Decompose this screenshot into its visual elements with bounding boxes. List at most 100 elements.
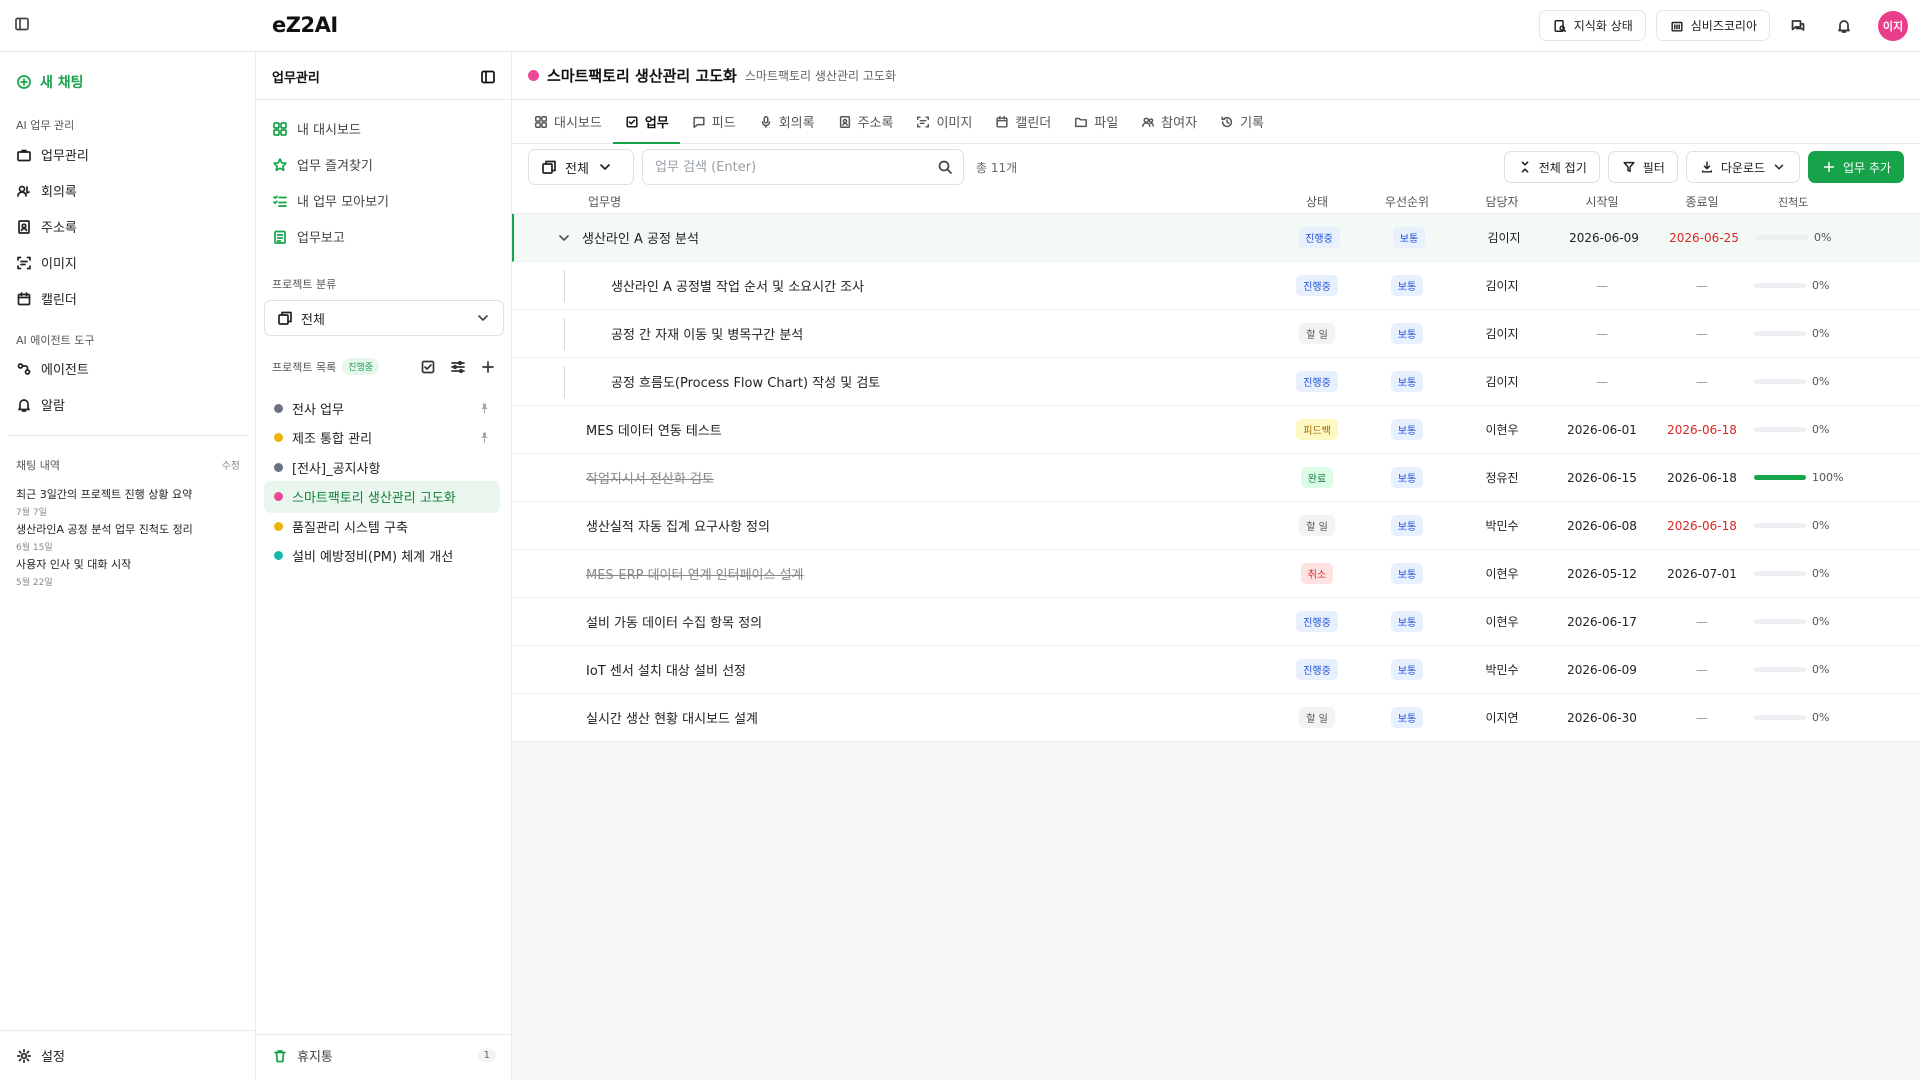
priority-badge[interactable]: 보통 [1390, 275, 1424, 296]
column-header-owner[interactable]: 담당자 [1452, 193, 1552, 210]
task-name[interactable]: 생산실적 자동 집계 요구사항 정의 [586, 516, 770, 535]
task-end-date[interactable]: — [1652, 711, 1752, 725]
add-task-button[interactable]: 업무 추가 [1808, 151, 1904, 183]
pin-icon[interactable] [476, 430, 492, 446]
task-name[interactable]: 작업지시서 전산화 검토 [586, 468, 714, 487]
chat-history-item[interactable]: 생산라인A 공정 분석 업무 진척도 정리 6월 15일 [16, 521, 240, 553]
task-row[interactable]: 공정 흐름도(Process Flow Chart) 작성 및 검토 진행중 보통 김… [512, 358, 1920, 406]
status-badge[interactable]: 진행중 [1296, 371, 1338, 392]
task-row[interactable]: 공정 간 자재 이동 및 병목구간 분석 할 일 보통 김이지 — —0% [512, 310, 1920, 358]
tab-folder[interactable]: 파일 [1062, 100, 1129, 143]
task-owner[interactable]: 김이지 [1452, 277, 1552, 294]
status-badge[interactable]: 할 일 [1299, 323, 1335, 344]
task-row[interactable]: 생산실적 자동 집계 요구사항 정의 할 일 보통 박민수 2026-06-08 2026… [512, 502, 1920, 550]
tab-chat-bubble[interactable]: 피드 [680, 100, 747, 143]
task-name[interactable]: 공정 간 자재 이동 및 병목구간 분석 [611, 324, 803, 343]
priority-badge[interactable]: 보통 [1392, 227, 1426, 248]
task-name[interactable]: MES 데이터 연동 테스트 [586, 420, 722, 439]
settings-button[interactable]: 설정 [16, 1046, 65, 1065]
task-owner[interactable]: 박민수 [1452, 661, 1552, 678]
task-owner[interactable]: 김이지 [1454, 229, 1554, 246]
sidebar-item-calendar[interactable]: 캘린더 [16, 289, 77, 308]
tab-microphone[interactable]: 회의록 [747, 100, 826, 143]
app-logo[interactable]: eZ2AI [272, 13, 338, 37]
new-chat-button[interactable]: 새 채팅 [16, 72, 84, 92]
task-name[interactable]: 생산라인 A 공정 분석 [582, 228, 699, 247]
task-owner[interactable]: 김이지 [1452, 373, 1552, 390]
task-name[interactable]: 생산라인 A 공정별 작업 순서 및 소요시간 조사 [611, 276, 864, 295]
checkbox-select-icon[interactable] [420, 359, 436, 375]
task-start-date[interactable]: 2026-05-12 [1552, 567, 1652, 581]
tab-task-check[interactable]: 업무 [612, 100, 680, 144]
column-header-progress[interactable]: 진척도 [1752, 194, 1862, 210]
task-owner[interactable]: 이현우 [1452, 613, 1552, 630]
task-row[interactable]: 생산라인 A 공정 분석 진행중 보통 김이지 2026-06-09 2026-06-25… [512, 214, 1920, 262]
task-name[interactable]: IoT 센서 설치 대상 설비 선정 [586, 660, 746, 679]
column-header-end-date[interactable]: 종료일 [1652, 193, 1752, 210]
collapse-all-button[interactable]: 전체 접기 [1503, 151, 1600, 183]
sidebar-item-images[interactable]: 이미지 [16, 253, 77, 272]
column-header-priority[interactable]: 우선순위 [1362, 193, 1452, 210]
task-start-date[interactable]: 2026-06-15 [1552, 471, 1652, 485]
task-start-date[interactable]: — [1552, 375, 1652, 389]
task-end-date[interactable]: — [1652, 375, 1752, 389]
task-name[interactable]: 실시간 생산 현황 대시보드 설계 [586, 708, 758, 727]
status-badge[interactable]: 할 일 [1299, 707, 1335, 728]
status-badge[interactable]: 진행중 [1298, 227, 1340, 248]
sidebar-item-task-management[interactable]: 업무관리 [16, 145, 89, 164]
task-name[interactable]: 공정 흐름도(Process Flow Chart) 작성 및 검토 [611, 372, 880, 391]
sliders-icon[interactable] [450, 359, 466, 375]
task-start-date[interactable]: 2026-06-01 [1552, 423, 1652, 437]
link-task-favorites[interactable]: 업무 즐겨찾기 [272, 155, 373, 174]
priority-badge[interactable]: 보통 [1390, 323, 1424, 344]
notification-bell-icon[interactable] [1826, 10, 1862, 41]
status-badge[interactable]: 진행중 [1296, 611, 1338, 632]
status-badge[interactable]: 진행중 [1296, 275, 1338, 296]
column-header-start-date[interactable]: 시작일 [1552, 193, 1652, 210]
sidebar-item-contacts[interactable]: 주소록 [16, 217, 77, 236]
tab-dashboard[interactable]: 대시보드 [522, 100, 613, 143]
link-my-dashboard[interactable]: 내 대시보드 [272, 119, 361, 138]
task-row[interactable]: MES 데이터 연동 테스트 피드백 보통 이현우 2026-06-01 2026-06-… [512, 406, 1920, 454]
tab-image-scan[interactable]: 이미지 [904, 100, 983, 143]
knowledge-status-button[interactable]: 지식화 상태 [1538, 10, 1646, 41]
task-start-date[interactable]: — [1552, 327, 1652, 341]
project-item[interactable]: 전사 업무 [264, 392, 500, 424]
task-row[interactable]: MES-ERP 데이터 연계 인터페이스 설계 취소 보통 이현우 2026-05-12… [512, 550, 1920, 598]
task-name[interactable]: MES-ERP 데이터 연계 인터페이스 설계 [586, 564, 804, 583]
pin-icon[interactable] [476, 400, 492, 416]
task-row[interactable]: 작업지시서 전산화 검토 완료 보통 정유진 2026-06-15 2026-06-18 1… [512, 454, 1920, 502]
task-row[interactable]: 생산라인 A 공정별 작업 순서 및 소요시간 조사 진행중 보통 김이지 — —0% [512, 262, 1920, 310]
task-name[interactable]: 설비 가동 데이터 수집 항목 정의 [586, 612, 762, 631]
link-my-tasks[interactable]: 내 업무 모아보기 [272, 191, 389, 210]
column-header-name[interactable]: 업무명 [512, 193, 1272, 210]
priority-badge[interactable]: 보통 [1390, 419, 1424, 440]
priority-badge[interactable]: 보통 [1390, 515, 1424, 536]
task-start-date[interactable]: 2026-06-08 [1552, 519, 1652, 533]
column-header-status[interactable]: 상태 [1272, 193, 1362, 210]
sidebar-toggle-icon[interactable] [14, 16, 30, 32]
chat-history-item[interactable]: 최근 3일간의 프로젝트 진행 상황 요약 7월 7일 [16, 486, 240, 518]
priority-badge[interactable]: 보통 [1390, 611, 1424, 632]
user-avatar[interactable]: 이지 [1878, 10, 1908, 41]
messages-icon[interactable] [1780, 10, 1816, 41]
task-start-date[interactable]: 2026-06-09 [1552, 663, 1652, 677]
project-item[interactable]: 스마트팩토리 생산관리 고도화 [264, 480, 500, 513]
trash-button[interactable]: 휴지통 1 [272, 1046, 496, 1065]
link-task-report[interactable]: 업무보고 [272, 227, 345, 246]
search-icon[interactable] [937, 159, 953, 175]
sidebar-item-alarm[interactable]: 알람 [16, 395, 65, 414]
priority-badge[interactable]: 보통 [1390, 467, 1424, 488]
task-end-date[interactable]: — [1652, 663, 1752, 677]
status-badge[interactable]: 진행중 [1296, 659, 1338, 680]
task-start-date[interactable]: — [1552, 279, 1652, 293]
task-search-input[interactable] [655, 159, 925, 175]
status-badge[interactable]: 피드백 [1296, 419, 1338, 440]
task-owner[interactable]: 박민수 [1452, 517, 1552, 534]
task-end-date[interactable]: 2026-06-25 [1654, 231, 1754, 245]
priority-badge[interactable]: 보통 [1390, 563, 1424, 584]
task-row[interactable]: 설비 가동 데이터 수집 항목 정의 진행중 보통 이현우 2026-06-17— 0% [512, 598, 1920, 646]
project-item[interactable]: [전사]_공지사항 [264, 451, 500, 483]
tab-history[interactable]: 기록 [1208, 100, 1275, 143]
status-badge[interactable]: 할 일 [1299, 515, 1335, 536]
